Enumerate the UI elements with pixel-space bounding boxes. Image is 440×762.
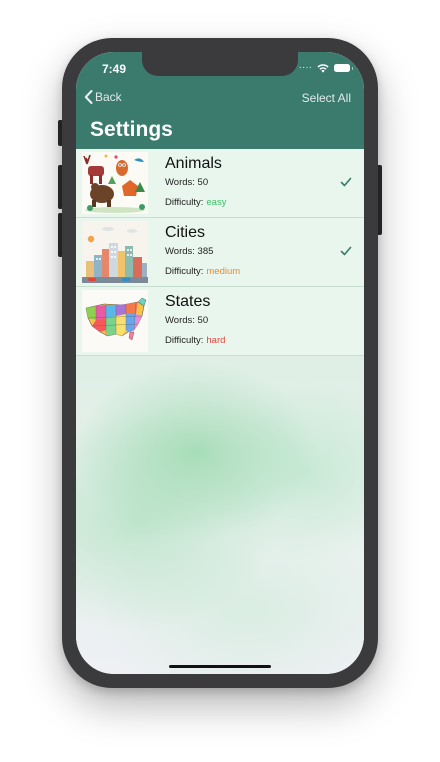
navigation-header: 7:49 ···· Back Select All Settings [76,52,364,149]
signal-icon: ···· [298,62,312,73]
device-frame: 7:49 ···· Back Select All Settings Anima… [0,0,440,762]
word-count: Words: 50 [165,177,209,188]
page-title: Settings [90,118,173,141]
list-item-title: Animals [165,155,222,172]
difficulty: Difficulty: easy [165,197,226,208]
home-indicator[interactable] [169,665,271,668]
status-icons: ···· [298,62,353,73]
list-item-title: Cities [165,224,206,241]
notch [142,52,298,76]
difficulty-value: easy [206,197,227,208]
list-item-title: States [165,293,211,310]
back-button[interactable]: Back [84,90,122,104]
difficulty-label: Difficulty: [165,335,204,346]
screen: 7:49 ···· Back Select All Settings Anima… [76,52,364,674]
select-all-button[interactable]: Select All [302,91,351,105]
difficulty-label: Difficulty: [165,266,204,277]
city-skyline-illustration-icon [82,221,148,283]
battery-icon [334,64,353,72]
list-item-states[interactable]: States Words: 50 Difficulty: hard [76,287,364,356]
status-time: 7:49 [102,62,127,76]
chevron-left-icon [84,90,93,104]
difficulty: Difficulty: hard [165,335,225,346]
word-count: Words: 50 [165,315,209,326]
back-label: Back [95,90,122,104]
difficulty: Difficulty: medium [165,266,240,277]
us-map-illustration-icon [82,290,148,352]
difficulty-value: hard [206,335,226,346]
category-list: Animals Words: 50 Difficulty: easy Citie… [76,149,364,356]
checkmark-icon [340,246,352,256]
difficulty-label: Difficulty: [165,197,204,208]
word-count: Words: 385 [165,246,214,257]
difficulty-value: medium [206,266,241,277]
checkmark-icon [340,177,352,187]
list-item-cities[interactable]: Cities Words: 385 Difficulty: medium [76,218,364,287]
animals-illustration-icon [82,152,148,214]
list-item-animals[interactable]: Animals Words: 50 Difficulty: easy [76,149,364,218]
wifi-icon [317,63,329,73]
